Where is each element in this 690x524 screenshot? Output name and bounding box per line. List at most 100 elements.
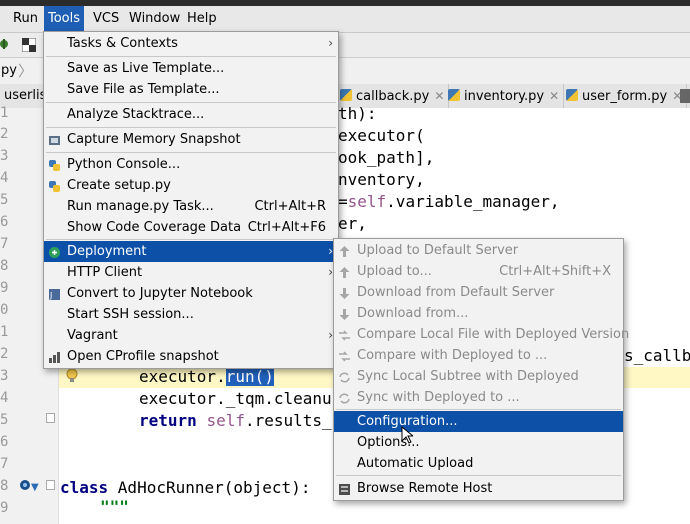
sync-icon [338, 370, 351, 383]
menu-item-http-client[interactable]: HTTP Client › [44, 262, 338, 283]
profiler-icon [48, 350, 61, 363]
code-line: return self.results_ [139, 411, 332, 430]
sync-icon [338, 391, 351, 404]
download-icon [338, 286, 351, 299]
menu-separator [46, 152, 336, 153]
compare-icon [338, 328, 351, 341]
menu-item-sync-deployed[interactable]: Sync with Deployed to ... [334, 387, 623, 408]
compare-icon [338, 349, 351, 362]
code-line: executor( [338, 126, 425, 145]
line-number: 6 [0, 214, 9, 230]
memory-snapshot-icon [48, 133, 61, 146]
code-line: executor.run() [139, 367, 274, 386]
fold-marker-icon[interactable] [46, 413, 55, 423]
menu-item-browse-remote[interactable]: Browse Remote Host [334, 478, 623, 499]
menu-item-show-coverage[interactable]: Show Code Coverage Data Ctrl+Alt+F6 [44, 217, 338, 238]
menu-item-sync-local[interactable]: Sync Local Subtree with Deployed [334, 366, 623, 387]
line-number: 9 [0, 280, 9, 296]
close-icon[interactable]: ✕ [549, 89, 559, 103]
download-icon [338, 307, 351, 320]
line-number: 7 [0, 456, 9, 472]
menu-item-create-setup[interactable]: Create setup.py [44, 175, 338, 196]
menu-item-download-default[interactable]: Download from Default Server [334, 282, 623, 303]
menu-item-analyze-stacktrace[interactable]: Analyze Stacktrace... [44, 104, 338, 125]
code-line: """ [100, 497, 129, 516]
menu-item-options[interactable]: Options... [334, 432, 623, 453]
line-number: 7 [0, 236, 9, 252]
menu-item-automatic-upload[interactable]: Automatic Upload [334, 453, 623, 474]
menu-item-capture-memory[interactable]: Capture Memory Snapshot [44, 129, 338, 150]
menu-item-upload-to[interactable]: Upload to... Ctrl+Alt+Shift+X [334, 261, 623, 282]
line-number: 3 [0, 368, 9, 384]
line-number: 4 [0, 390, 9, 406]
menu-item-run-manage-task[interactable]: Run manage.py Task... Ctrl+Alt+R [44, 196, 338, 217]
menu-separator [336, 475, 621, 476]
chevron-right-icon: › [328, 36, 333, 50]
tab-user-form[interactable]: user_form.py ✕ [562, 84, 688, 108]
line-number: 8 [0, 258, 9, 274]
line-number: 2 [0, 346, 9, 362]
breadcrumb[interactable]: py [1, 63, 17, 78]
tools-menu: Tasks & Contexts › Save as Live Template.… [43, 31, 339, 369]
line-number: 1 [0, 105, 9, 121]
line-number: 1 [0, 324, 9, 340]
remote-host-icon [338, 482, 351, 495]
menu-separator [46, 56, 336, 57]
code-line: class AdHocRunner(object): [60, 478, 311, 497]
python-file-icon [340, 89, 352, 101]
code-line: =self.variable_manager, [338, 192, 560, 211]
line-number: 0 [0, 302, 9, 318]
code-line: nventory, [338, 170, 425, 189]
lightbulb-icon[interactable] [66, 368, 78, 384]
line-number: 5 [0, 192, 9, 208]
menu-separator [46, 127, 336, 128]
debug-icon[interactable] [0, 38, 10, 50]
upload-icon [338, 244, 351, 257]
breakpoint-run-icon[interactable] [19, 479, 31, 491]
line-number: 9 [0, 500, 9, 516]
deployment-submenu: Upload to Default Server Upload to... Ctr… [333, 238, 629, 501]
fold-marker-icon[interactable] [46, 480, 55, 490]
menu-item-upload-default[interactable]: Upload to Default Server [334, 240, 623, 261]
python-file-icon [566, 89, 578, 101]
menu-item-save-file-template[interactable]: Save File as Template... [44, 79, 338, 100]
menu-separator [336, 409, 621, 410]
tab-overflow-icon[interactable] [680, 89, 690, 103]
line-number: 8 [0, 478, 9, 494]
menu-item-convert-jupyter[interactable]: J Convert to Jupyter Notebook [44, 283, 338, 304]
python-icon [48, 179, 61, 192]
menu-item-compare-deployed[interactable]: Compare with Deployed to ... [334, 345, 623, 366]
code-line: s_callb [624, 346, 690, 365]
menu-item-download-from[interactable]: Download from... [334, 303, 623, 324]
jupyter-icon: J [48, 287, 61, 300]
menu-item-tasks-contexts[interactable]: Tasks & Contexts › [44, 33, 338, 54]
line-number: 5 [0, 412, 9, 428]
menu-item-vagrant[interactable]: Vagrant › [44, 325, 338, 346]
svg-text:J: J [49, 291, 52, 300]
menu-run[interactable]: Run [9, 6, 42, 32]
code-line: ook_path], [338, 148, 435, 167]
breadcrumb-separator-icon: 〉 [18, 62, 34, 80]
selected-text: run() [225, 367, 274, 386]
menu-separator [46, 102, 336, 103]
close-icon[interactable]: ✕ [434, 89, 444, 103]
menu-item-start-ssh[interactable]: Start SSH session... [44, 304, 338, 325]
menu-item-deployment[interactable]: Deployment › [44, 241, 338, 262]
line-number: 4 [0, 170, 9, 186]
menu-item-compare-local[interactable]: Compare Local File with Deployed Version [334, 324, 629, 345]
menu-item-python-console[interactable]: Python Console... [44, 154, 338, 175]
menu-item-open-cprofile[interactable]: Open CProfile snapshot [44, 346, 338, 367]
code-line: er, [338, 214, 367, 233]
menu-help[interactable]: Help [183, 6, 221, 32]
tab-inventory[interactable]: inventory.py ✕ [444, 84, 565, 108]
upload-icon [338, 265, 351, 278]
line-number: 3 [0, 148, 9, 164]
menu-tools[interactable]: Tools [44, 6, 85, 32]
menu-item-configuration[interactable]: Configuration... [334, 411, 623, 432]
menu-vcs[interactable]: VCS [89, 6, 123, 32]
menu-item-save-live-template[interactable]: Save as Live Template... [44, 58, 338, 79]
python-icon [48, 158, 61, 171]
mouse-cursor-icon [401, 425, 415, 444]
coverage-icon[interactable] [21, 37, 37, 53]
menu-window[interactable]: Window [125, 6, 184, 32]
